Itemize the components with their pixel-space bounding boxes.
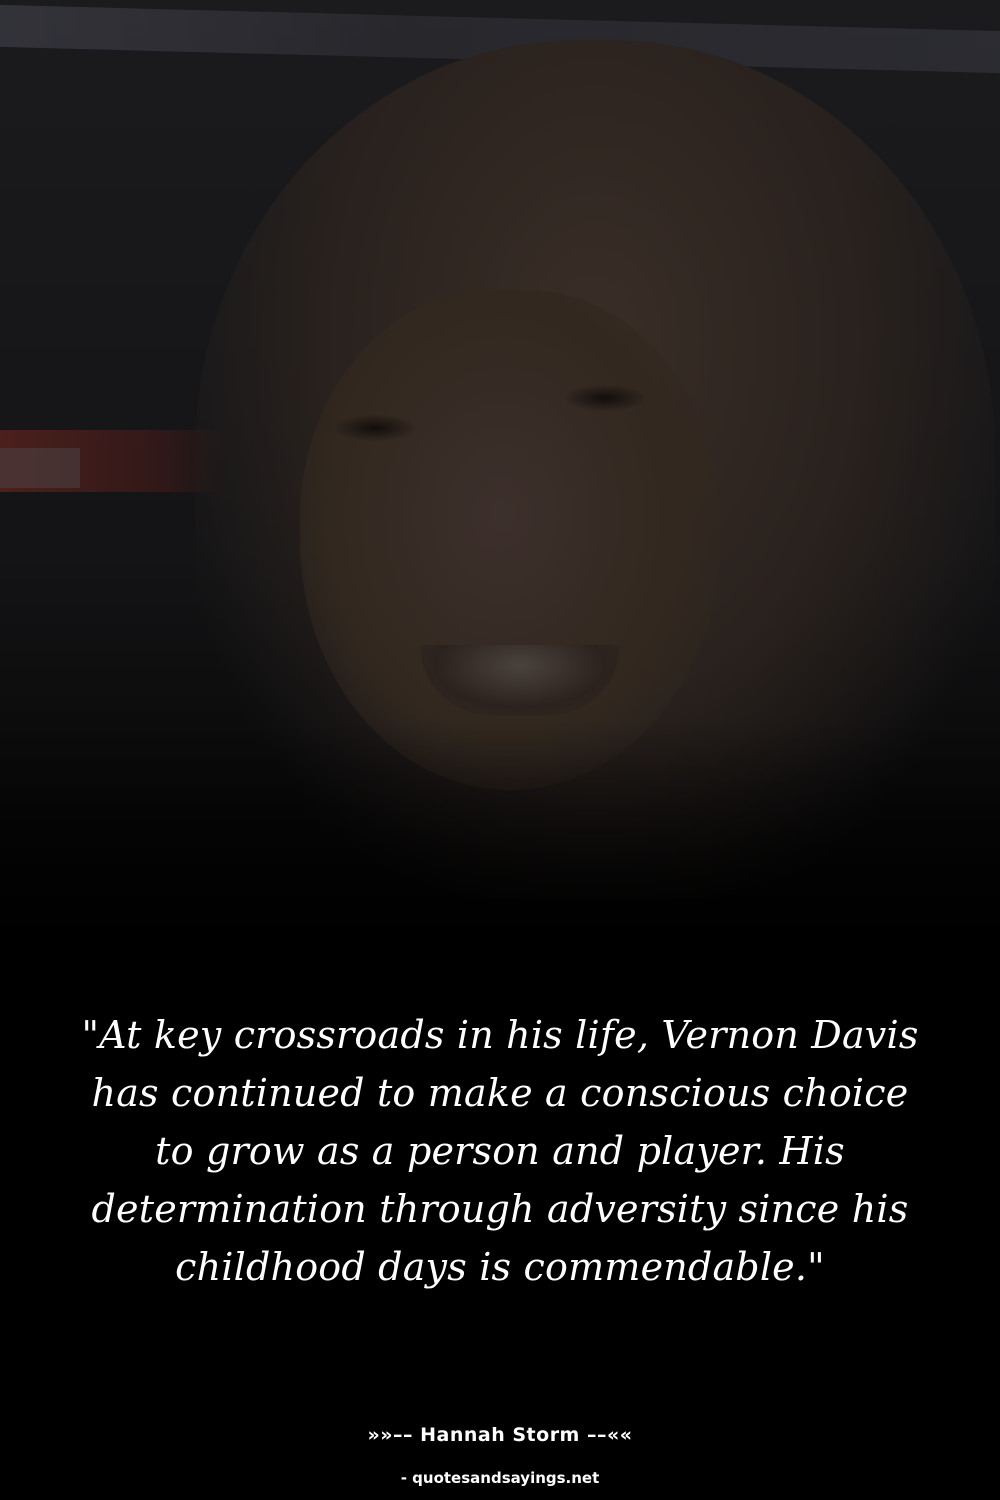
portrait-right-eye <box>565 385 645 411</box>
background-photo <box>0 0 1000 1000</box>
bottom-fade-overlay <box>0 720 1000 1000</box>
quote-text: "At key crossroads in his life, Vernon D… <box>81 1013 919 1289</box>
quote-card: "At key crossroads in his life, Vernon D… <box>0 0 1000 1500</box>
quote-author: »»–– Hannah Storm ––«« <box>367 1424 633 1446</box>
portrait-left-eye <box>335 415 415 441</box>
background-grey-block <box>0 448 80 488</box>
portrait-face <box>300 290 720 790</box>
source-credit: - quotesandsayings.net <box>400 1469 600 1487</box>
